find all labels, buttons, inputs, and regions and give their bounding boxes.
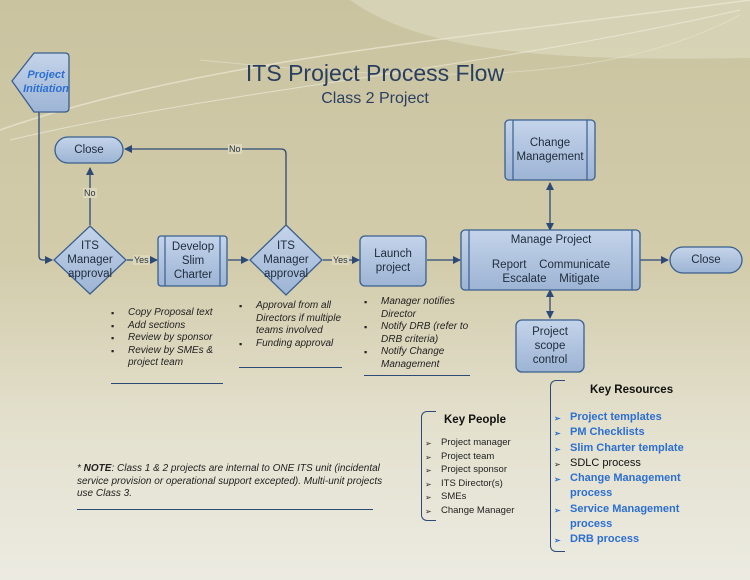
footnote-bold: NOTE: [83, 463, 112, 474]
edge-label-no-2: No: [228, 144, 242, 154]
close-top-node[interactable]: Close: [55, 137, 123, 163]
develop-slim-charter-node[interactable]: Develop Slim Charter: [166, 236, 220, 286]
project-scope-control-node[interactable]: Project scope control: [516, 320, 584, 372]
note-item: Copy Proposal text: [111, 307, 226, 320]
launch-notes: Manager notifies Director Notify DRB (re…: [364, 296, 469, 371]
divider-line: [111, 383, 223, 384]
edge-label-yes-1: Yes: [133, 255, 150, 265]
key-person-item: Project sponsor: [425, 463, 514, 477]
divider-line: [239, 367, 342, 368]
manage-project-line2: Escalate Mitigate: [502, 273, 600, 285]
footnote: * NOTE: Class 1 & 2 projects are interna…: [77, 463, 397, 501]
launch-project-node[interactable]: Launch project: [362, 236, 424, 286]
divider-line: [364, 375, 470, 376]
footnote-divider: [77, 509, 373, 510]
project-initiation-node[interactable]: Project Initiation: [20, 62, 72, 102]
resource-link-slim-charter-template[interactable]: Slim Charter template: [554, 441, 724, 458]
key-person-item: ITS Director(s): [425, 477, 514, 490]
key-resources-list: Project templates PM Checklists Slim Cha…: [554, 410, 724, 549]
key-person-item: SMEs: [425, 490, 514, 504]
resource-link-pm-checklists[interactable]: PM Checklists: [554, 425, 724, 442]
key-people-heading: Key People: [444, 414, 506, 426]
note-item: Notify DRB (refer to DRB criteria): [364, 321, 469, 346]
resource-link-service-management-process[interactable]: Service Management process: [554, 502, 724, 533]
footnote-text: : Class 1 & 2 projects are internal to O…: [77, 463, 383, 499]
footnote-prefix: *: [77, 463, 84, 474]
connector-initiation-to-approval1: [38, 112, 53, 264]
change-management-node[interactable]: Change Management: [505, 120, 595, 180]
close-right-node[interactable]: Close: [670, 247, 742, 273]
note-item: Review by SMEs & project team: [111, 345, 226, 370]
note-item: Approval from all Directors if multiple …: [239, 300, 344, 338]
note-item: Notify Change Management: [364, 346, 469, 371]
key-person-item: Project manager: [425, 436, 514, 450]
key-people-list: Project manager Project team Project spo…: [425, 436, 514, 518]
approval-notes: Approval from all Directors if multiple …: [239, 300, 344, 350]
resource-link-change-management-process[interactable]: Change Management process: [554, 471, 724, 502]
edge-label-yes-2: Yes: [332, 255, 349, 265]
slim-charter-notes: Copy Proposal text Add sections Review b…: [111, 307, 226, 370]
note-item: Add sections: [111, 320, 226, 333]
its-approval-2-node[interactable]: ITS Manager approval: [254, 238, 318, 282]
note-item: Funding approval: [239, 338, 344, 351]
its-approval-1-node[interactable]: ITS Manager approval: [58, 238, 122, 282]
connector-approval2-to-close: [124, 145, 287, 225]
resource-link-drb-process[interactable]: DRB process: [554, 532, 724, 549]
edge-label-no-1: No: [83, 188, 97, 198]
manage-project-line1: Report Communicate: [491, 259, 611, 271]
key-person-item: Project team: [425, 450, 514, 463]
resource-link-project-templates[interactable]: Project templates: [554, 410, 724, 427]
note-item: Review by sponsor: [111, 332, 226, 345]
resource-sdlc-process: SDLC process: [554, 456, 724, 473]
key-resources-heading: Key Resources: [590, 384, 674, 396]
note-item: Manager notifies Director: [364, 296, 469, 321]
key-person-item: Change Manager: [425, 504, 514, 517]
manage-project-node[interactable]: Manage Project Report Communicate Escala…: [470, 232, 632, 290]
manage-project-title: Manage Project: [510, 234, 592, 246]
